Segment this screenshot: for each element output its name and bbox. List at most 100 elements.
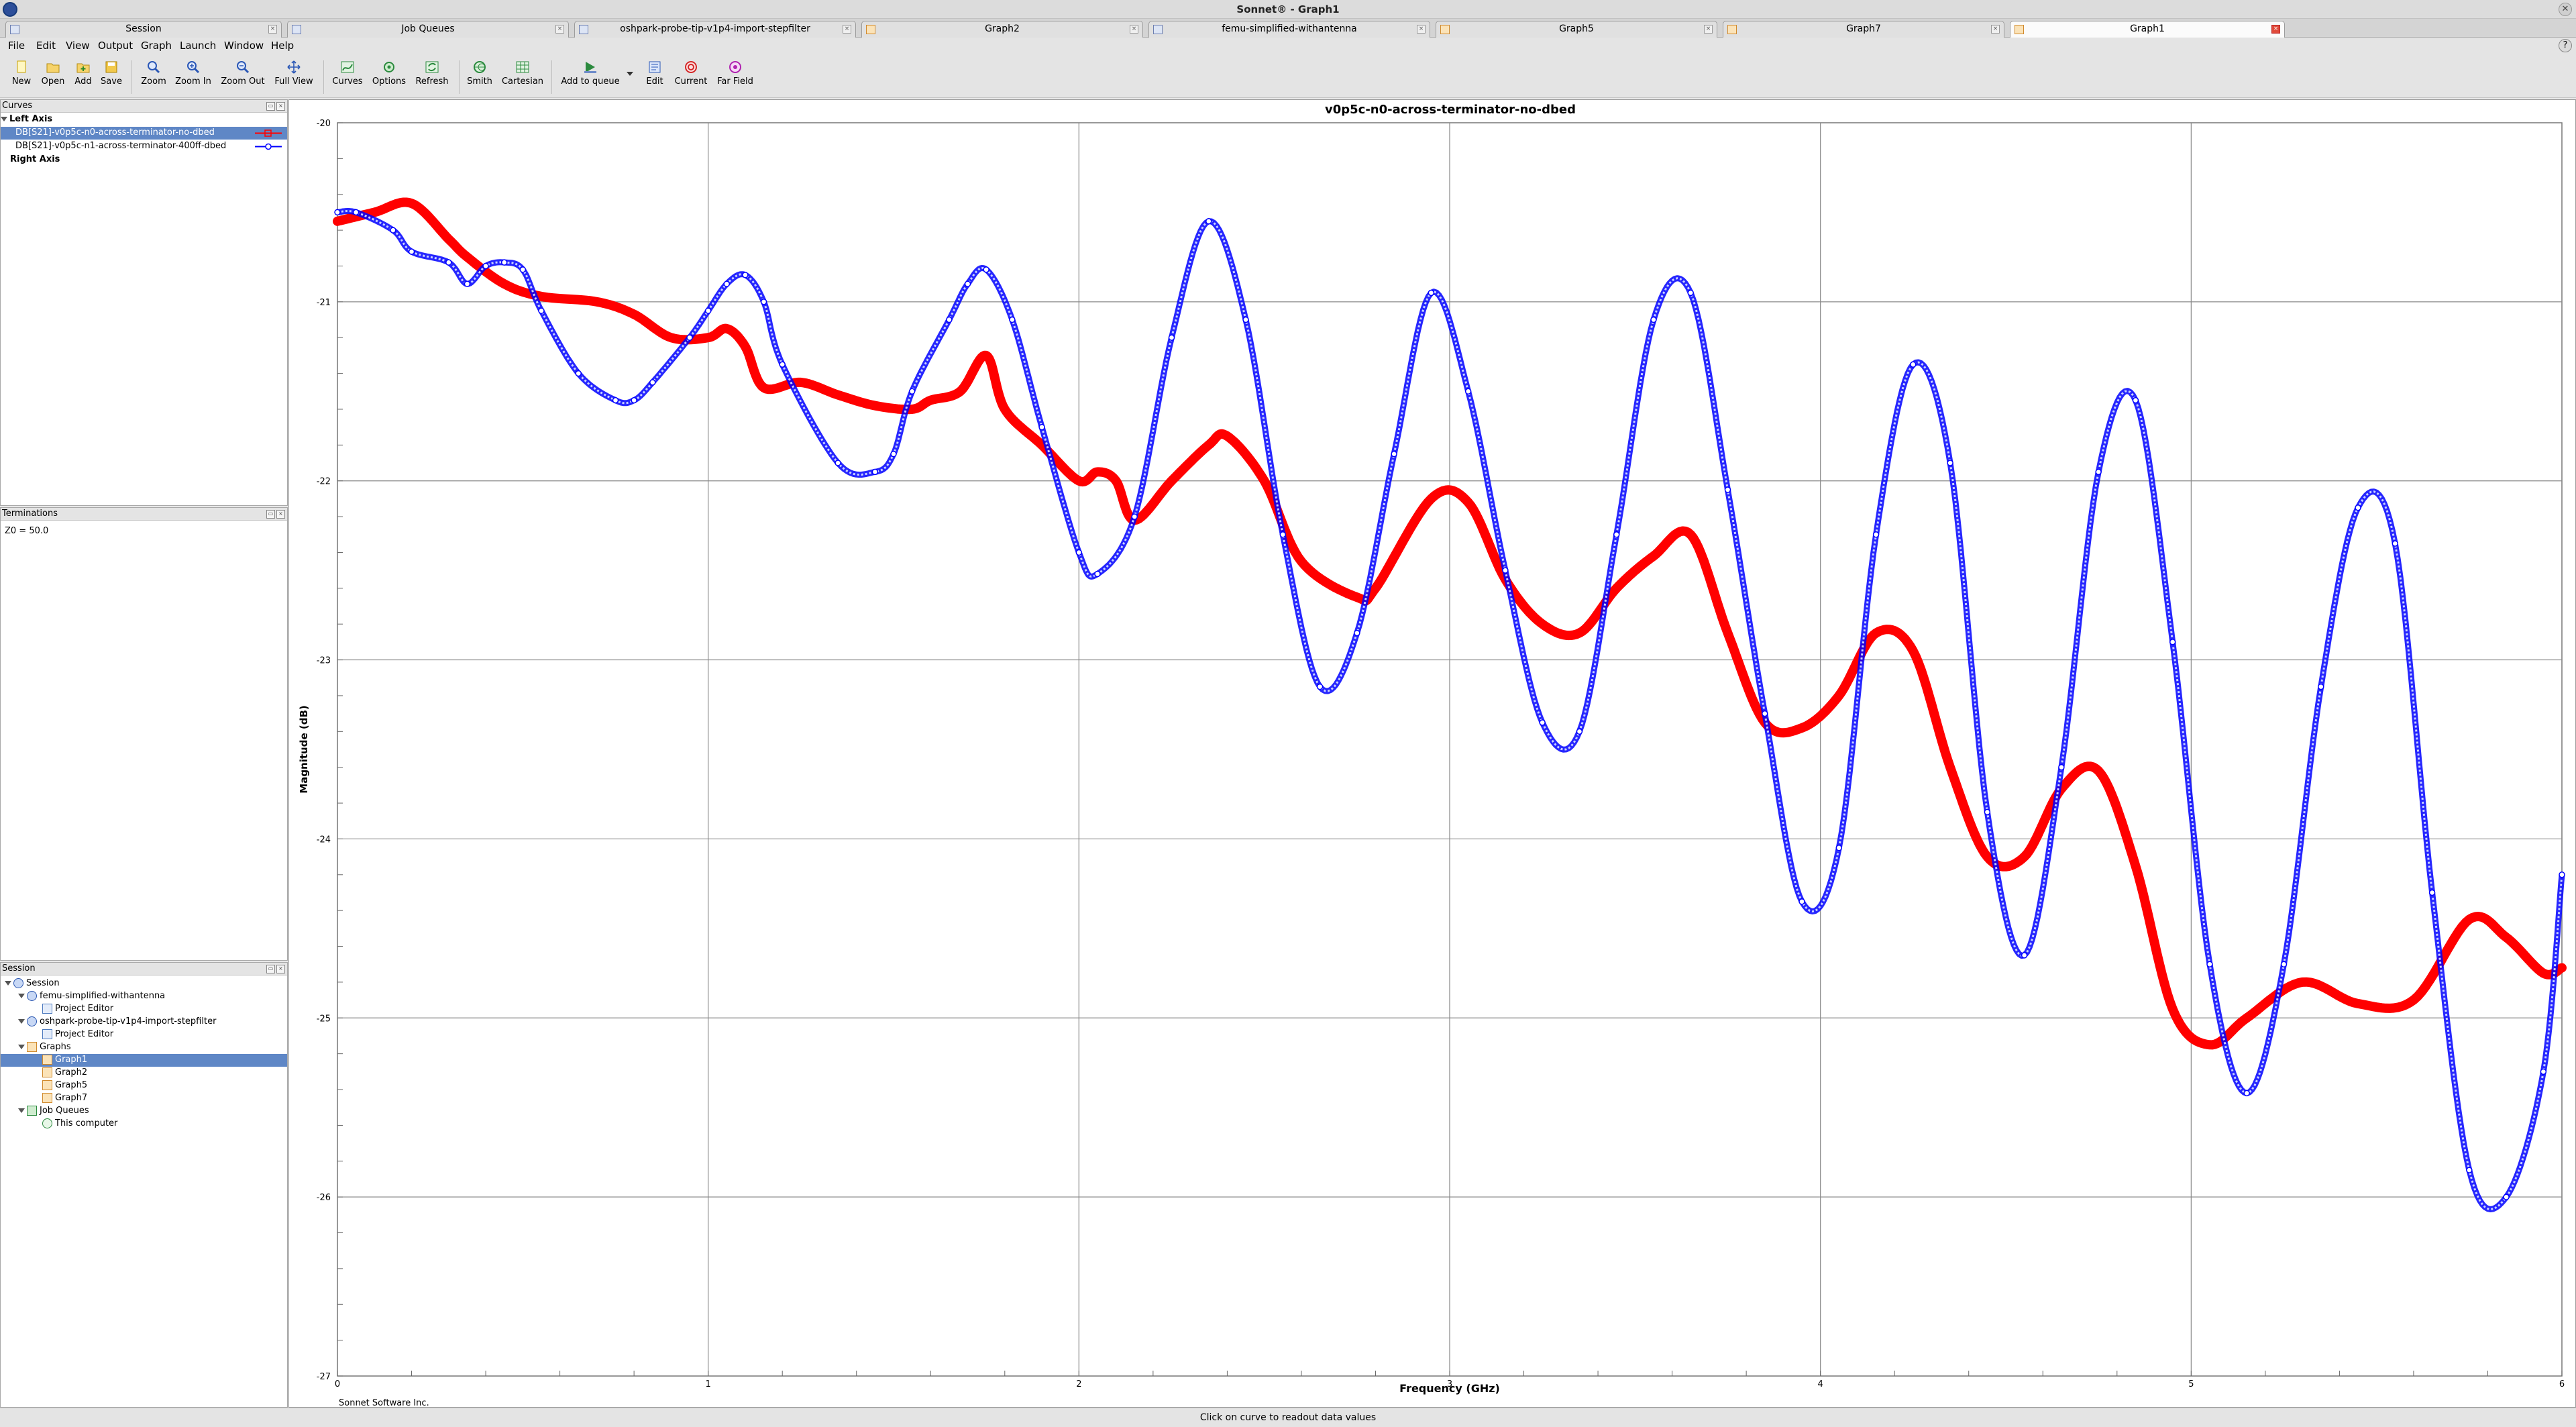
data-point bbox=[1799, 898, 1805, 905]
tab-close-icon[interactable]: × bbox=[268, 25, 277, 34]
full-view-button[interactable]: Full View bbox=[271, 59, 317, 97]
tab-close-icon[interactable]: × bbox=[1417, 25, 1426, 34]
menu-file[interactable]: File bbox=[8, 40, 25, 52]
zoom-button[interactable]: Zoom bbox=[138, 59, 169, 97]
tree-item-session[interactable]: Session bbox=[1, 977, 287, 990]
right-axis-group[interactable]: Right Axis bbox=[1, 154, 287, 166]
editor-icon bbox=[42, 1004, 52, 1014]
tab-oshpark-probe-tip[interactable]: oshpark-probe-tip-v1p4-import-stepfilter… bbox=[574, 21, 856, 38]
tab-graph5[interactable]: Graph5 × bbox=[1436, 21, 1717, 38]
tab-job-queues[interactable]: Job Queues × bbox=[287, 21, 569, 38]
tab-close-icon[interactable]: × bbox=[1704, 25, 1713, 34]
data-point bbox=[890, 450, 897, 458]
expand-triangle-icon[interactable] bbox=[18, 994, 25, 998]
tab-session[interactable]: Session × bbox=[5, 21, 282, 38]
tab-graph1[interactable]: Graph1 × bbox=[2010, 21, 2285, 38]
toolbar: New Open Add Save Zoom Zoom In Zoom Out … bbox=[0, 54, 2576, 98]
terminations-panel: Terminations ▭ × Z0 = 50.0 bbox=[0, 507, 288, 961]
save-button[interactable]: Save bbox=[98, 59, 125, 97]
s21-magnitude-chart[interactable]: v0p5c-n0-across-terminator-no-dbed 01234… bbox=[289, 100, 2576, 1408]
tree-item-graph7[interactable]: Graph7 bbox=[1, 1092, 287, 1105]
cartesian-button[interactable]: Cartesian bbox=[499, 59, 546, 97]
open-button[interactable]: Open bbox=[39, 59, 67, 97]
curve-item-red[interactable]: DB[S21]-v0p5c-n0-across-terminator-no-db… bbox=[1, 127, 287, 140]
x-axis-label: Frequency (GHz) bbox=[1399, 1382, 1500, 1395]
refresh-icon bbox=[425, 61, 439, 73]
left-axis-group[interactable]: Left Axis bbox=[1, 113, 287, 126]
data-point bbox=[1464, 388, 1472, 395]
y-tick-label: -23 bbox=[317, 656, 331, 666]
tree-item-femu-project[interactable]: femu-simplified-withantenna bbox=[1, 990, 287, 1003]
expand-triangle-icon[interactable] bbox=[1, 117, 7, 121]
tree-item-graph2[interactable]: Graph2 bbox=[1, 1067, 287, 1079]
button-label: Curves bbox=[332, 76, 363, 87]
tree-label: This computer bbox=[55, 1118, 118, 1128]
edit-button[interactable]: Edit bbox=[640, 59, 669, 97]
tree-item-this-computer[interactable]: This computer bbox=[1, 1118, 287, 1130]
panel-restore-icon[interactable]: ▭ bbox=[266, 510, 275, 519]
panel-close-icon[interactable]: × bbox=[276, 102, 285, 111]
add-to-queue-button[interactable]: Add to queue bbox=[559, 59, 621, 97]
current-button[interactable]: Current bbox=[672, 59, 710, 97]
menu-window[interactable]: Window bbox=[224, 40, 264, 52]
tab-close-icon[interactable]: × bbox=[2271, 25, 2280, 34]
data-point bbox=[779, 361, 786, 368]
expand-triangle-icon[interactable] bbox=[5, 981, 11, 986]
refresh-button[interactable]: Refresh bbox=[412, 59, 452, 97]
y-tick-label: -22 bbox=[317, 477, 331, 487]
data-point bbox=[1650, 316, 1657, 323]
panel-close-icon[interactable]: × bbox=[276, 965, 285, 973]
tree-item-job-queues[interactable]: Job Queues bbox=[1, 1105, 287, 1118]
chevron-down-icon bbox=[627, 72, 633, 76]
tree-item-graph1[interactable]: Graph1 bbox=[1, 1054, 287, 1067]
tab-graph2[interactable]: Graph2 × bbox=[861, 21, 1143, 38]
expand-triangle-icon[interactable] bbox=[18, 1108, 25, 1113]
tab-close-icon[interactable]: × bbox=[555, 25, 564, 34]
status-bar: Click on curve to readout data values bbox=[0, 1408, 2576, 1427]
tree-item-graph5[interactable]: Graph5 bbox=[1, 1079, 287, 1092]
far-field-button[interactable]: Far Field bbox=[714, 59, 757, 97]
menu-view[interactable]: View bbox=[66, 40, 90, 52]
zoom-out-button[interactable]: Zoom Out bbox=[219, 59, 267, 97]
menu-graph[interactable]: Graph bbox=[141, 40, 172, 52]
tree-item-graphs[interactable]: Graphs bbox=[1, 1041, 287, 1054]
options-button[interactable]: Options bbox=[370, 59, 408, 97]
data-point bbox=[1168, 334, 1175, 341]
window-close-icon[interactable]: ✕ bbox=[2559, 3, 2572, 16]
data-point bbox=[1205, 218, 1212, 225]
tab-femu-simplified[interactable]: femu-simplified-withantenna × bbox=[1148, 21, 1430, 38]
tab-close-icon[interactable]: × bbox=[1130, 25, 1138, 34]
expand-triangle-icon[interactable] bbox=[18, 1019, 25, 1024]
add-to-queue-dropdown[interactable] bbox=[625, 59, 635, 97]
add-button[interactable]: Add bbox=[70, 59, 97, 97]
panel-restore-icon[interactable]: ▭ bbox=[266, 102, 275, 111]
graph-view[interactable]: v0p5c-n0-across-terminator-no-dbed 01234… bbox=[288, 99, 2576, 1408]
data-point bbox=[1279, 531, 1287, 538]
help-icon[interactable]: ? bbox=[2559, 39, 2572, 52]
tree-item-project-editor[interactable]: Project Editor bbox=[1, 1028, 287, 1041]
toolbar-separator bbox=[551, 60, 552, 94]
panel-close-icon[interactable]: × bbox=[276, 510, 285, 519]
curve-item-blue[interactable]: DB[S21]-v0p5c-n1-across-terminator-400ff… bbox=[1, 140, 287, 153]
tab-close-icon[interactable]: × bbox=[1991, 25, 2000, 34]
menu-launch[interactable]: Launch bbox=[180, 40, 216, 52]
data-point bbox=[1242, 316, 1249, 323]
data-point bbox=[2503, 1194, 2510, 1200]
data-point bbox=[704, 307, 712, 314]
data-point bbox=[1984, 808, 1991, 816]
data-point bbox=[500, 259, 508, 266]
menu-help[interactable]: Help bbox=[271, 40, 294, 52]
expand-triangle-icon[interactable] bbox=[18, 1045, 25, 1049]
new-button[interactable]: New bbox=[8, 59, 35, 97]
menu-edit[interactable]: Edit bbox=[36, 40, 56, 52]
curves-button[interactable]: Curves bbox=[330, 59, 365, 97]
panel-title: Curves bbox=[2, 101, 33, 111]
tree-item-project-editor[interactable]: Project Editor bbox=[1, 1003, 287, 1016]
zoom-in-button[interactable]: Zoom In bbox=[173, 59, 213, 97]
panel-restore-icon[interactable]: ▭ bbox=[266, 965, 275, 973]
tree-item-oshpark-project[interactable]: oshpark-probe-tip-v1p4-import-stepfilter bbox=[1, 1016, 287, 1028]
smith-button[interactable]: Smith bbox=[464, 59, 495, 97]
tab-graph7[interactable]: Graph7 × bbox=[1723, 21, 2004, 38]
menu-output[interactable]: Output bbox=[98, 40, 133, 52]
tab-close-icon[interactable]: × bbox=[843, 25, 851, 34]
